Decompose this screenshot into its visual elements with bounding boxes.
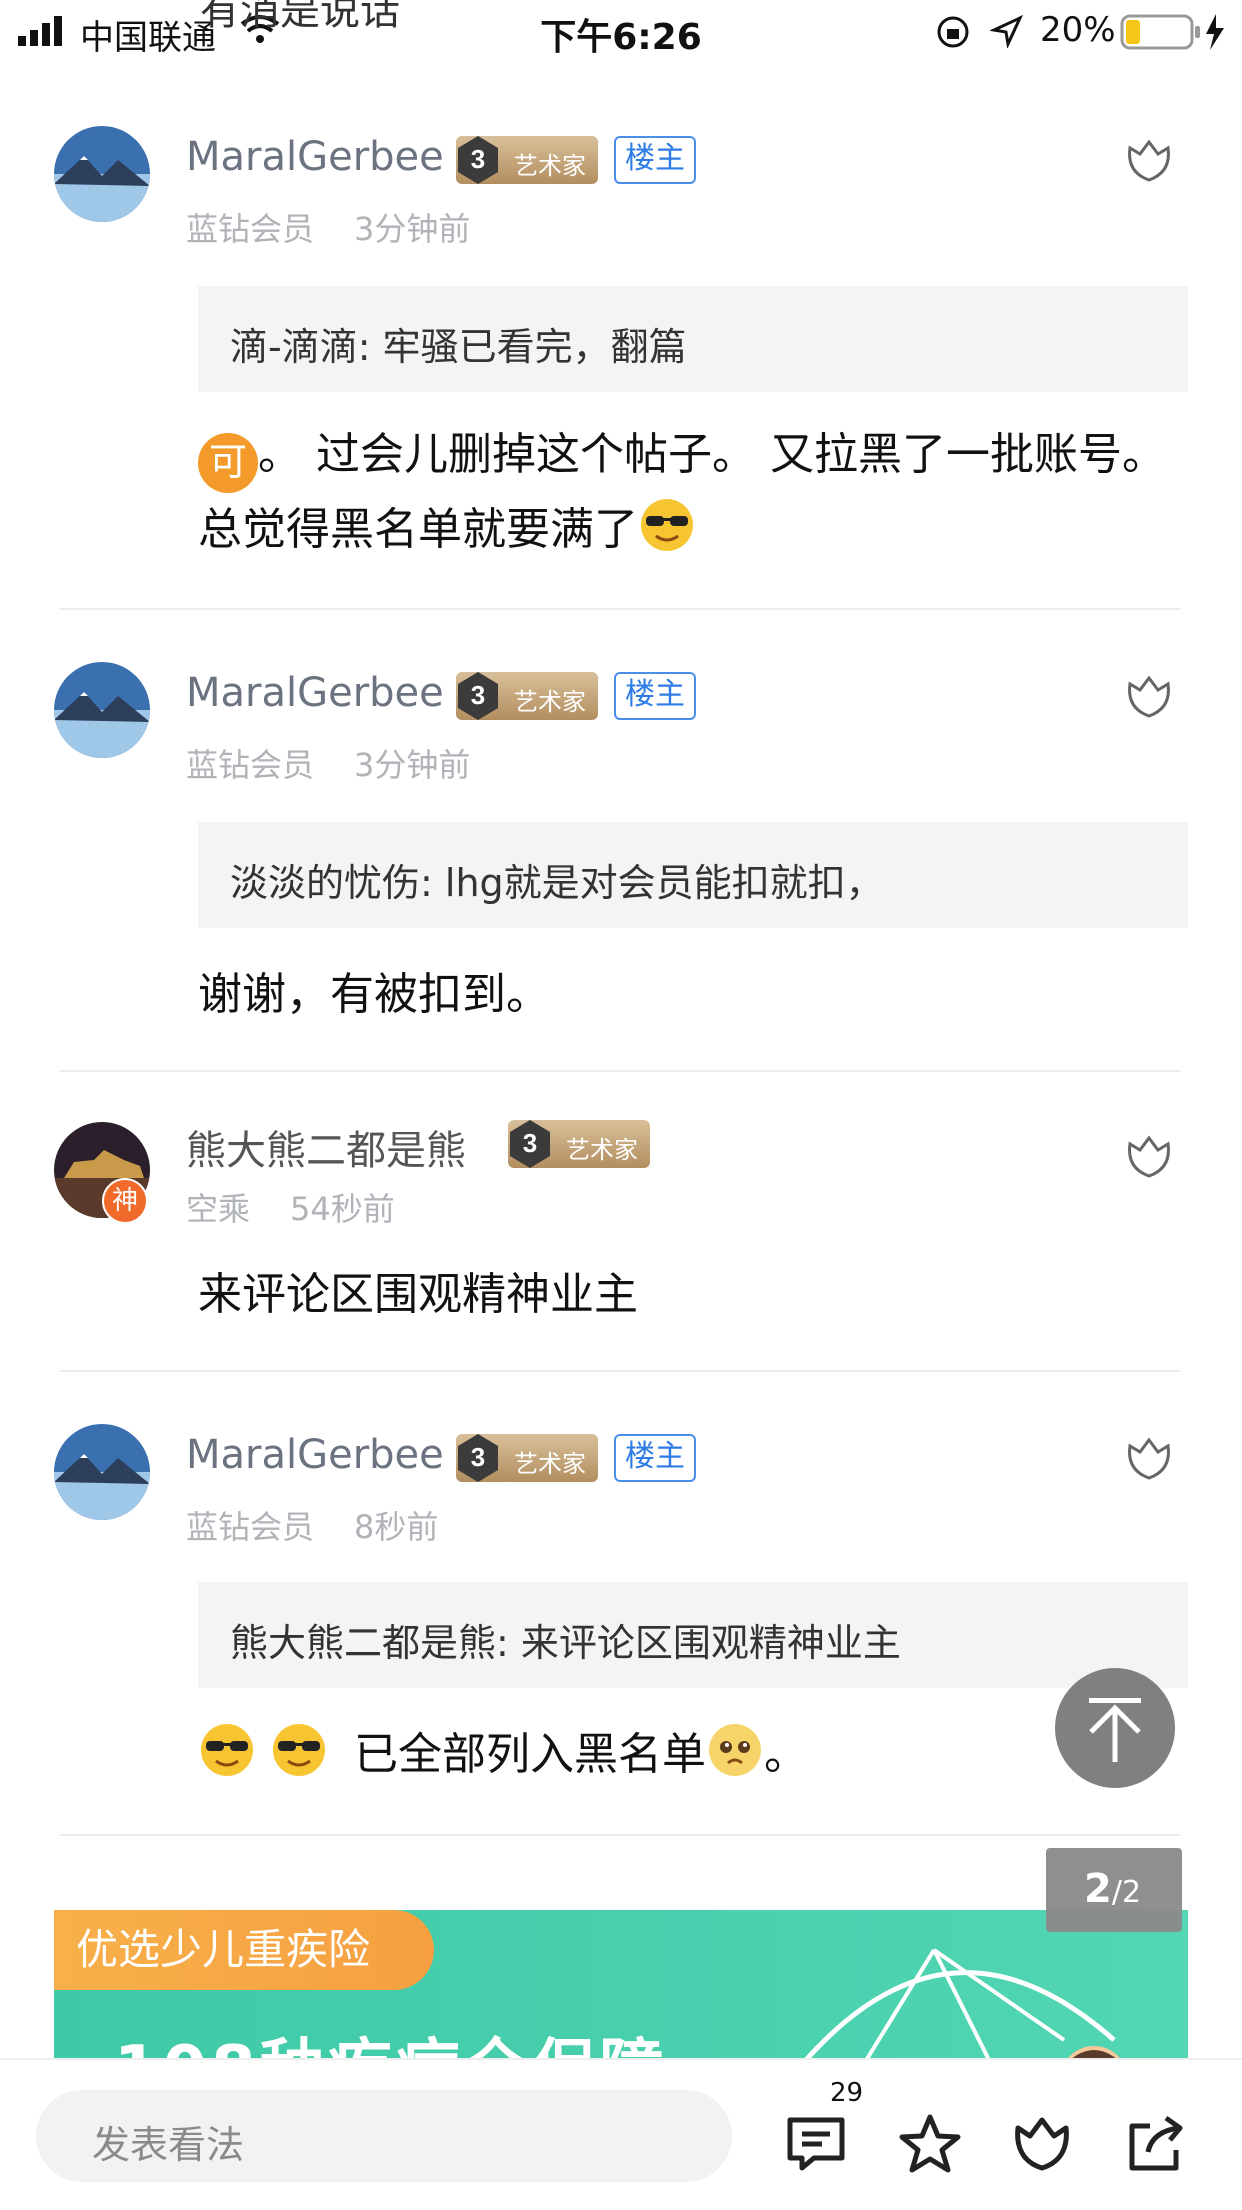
svg-text:3: 3	[523, 1128, 537, 1158]
comment-time: 3分钟前	[354, 210, 471, 248]
comment-body: 谢谢，有被扣到。	[198, 958, 1198, 1032]
comment-input[interactable]: 发表看法	[36, 2090, 732, 2182]
owner-tag: 楼主	[614, 1434, 696, 1482]
ad-tag: 优选少儿重疾险	[54, 1910, 434, 1990]
svg-text:3: 3	[471, 680, 485, 710]
star-icon[interactable]	[898, 2112, 962, 2176]
member-level: 蓝钻会员	[186, 210, 315, 248]
comment-text-end: 。	[764, 1729, 808, 1780]
avatar[interactable]	[54, 662, 150, 758]
quoted-reply[interactable]: 熊大熊二都是熊: 来评论区围观精神业主	[198, 1582, 1188, 1688]
comment-body: 可。 过会儿删掉这个帖子。 又拉黑了一批账号。总觉得黑名单就要满了	[198, 418, 1198, 567]
quote-text: 熊大熊二都是熊: 来评论区围观精神业主	[230, 1621, 901, 1665]
svg-text:3: 3	[471, 144, 485, 174]
comment-meta: 空乘 54秒前	[186, 1184, 395, 1230]
arrow-up-icon	[1089, 1698, 1141, 1762]
comment-icon[interactable]	[784, 2112, 848, 2176]
level-badge: 3 艺术家	[456, 672, 598, 720]
owner-tag: 楼主	[614, 672, 696, 720]
level-title: 艺术家	[514, 152, 586, 180]
quoted-reply[interactable]: 滴-滴滴: 牢骚已看完，翻篇	[198, 286, 1188, 392]
bottom-toolbar: 发表看法 29	[0, 2058, 1242, 2210]
divider	[60, 1070, 1180, 1072]
divider	[60, 608, 1180, 610]
comment-meta: 蓝钻会员 3分钟前	[186, 204, 470, 250]
member-level: 空乘	[186, 1190, 251, 1228]
cool-emoji-icon	[273, 1724, 325, 1776]
battery-percent: 20%	[1040, 10, 1116, 50]
level-hex-icon: 3	[458, 136, 498, 184]
share-icon[interactable]	[1124, 2112, 1188, 2176]
svg-text:3: 3	[471, 1442, 485, 1472]
username[interactable]: 熊大熊二都是熊	[186, 1118, 466, 1176]
like-icon[interactable]	[1122, 670, 1176, 724]
location-icon	[990, 14, 1024, 48]
level-title: 艺术家	[514, 688, 586, 716]
like-icon[interactable]	[1122, 1432, 1176, 1486]
username[interactable]: MaralGerbee	[186, 134, 444, 180]
status-bar: 中国联通 下午6:26 20%	[0, 0, 1242, 64]
cool-emoji-icon	[641, 499, 693, 551]
orientation-lock-icon	[937, 16, 969, 48]
comment-time: 3分钟前	[354, 746, 471, 784]
level-hex-icon: 3	[510, 1120, 550, 1168]
battery-icon	[1120, 14, 1224, 50]
member-level: 蓝钻会员	[186, 746, 315, 784]
avatar[interactable]	[54, 126, 150, 222]
member-level: 蓝钻会员	[186, 1508, 315, 1546]
quoted-reply[interactable]: 淡淡的忧伤: lhg就是对会员能扣就扣，	[198, 822, 1188, 928]
comment-time: 54秒前	[290, 1190, 395, 1228]
level-title: 艺术家	[514, 1450, 586, 1478]
level-title: 艺术家	[566, 1136, 638, 1164]
avatar[interactable]	[54, 1424, 150, 1520]
owner-tag: 楼主	[614, 136, 696, 184]
level-badge: 3 艺术家	[456, 1434, 598, 1482]
comment-time: 8秒前	[354, 1508, 439, 1546]
page-indicator[interactable]: 2/2	[1046, 1848, 1182, 1932]
comment-count: 29	[830, 2078, 864, 2108]
pleading-emoji-icon	[709, 1724, 761, 1776]
username[interactable]: MaralGerbee	[186, 1432, 444, 1478]
avatar-badge: 神	[102, 1178, 148, 1224]
scrolled-title-fragment: 有消是说话	[200, 0, 400, 34]
page-current: 2	[1084, 1866, 1112, 1912]
cool-emoji-icon	[201, 1724, 253, 1776]
back-to-top-button[interactable]	[1055, 1668, 1175, 1788]
divider	[60, 1834, 1180, 1836]
comment-input-placeholder: 发表看法	[92, 2123, 245, 2167]
page-total: /2	[1111, 1875, 1142, 1910]
comment-text: 已全部列入黑名单	[354, 1729, 706, 1780]
username[interactable]: MaralGerbee	[186, 670, 444, 716]
avatar-image	[54, 126, 150, 222]
like-icon[interactable]	[1122, 1130, 1176, 1184]
quote-text: 淡淡的忧伤: lhg就是对会员能扣就扣，	[230, 861, 884, 905]
comment-text: 谢谢，有被扣到。	[198, 969, 550, 1020]
kebi-icon: 可	[198, 433, 258, 493]
avatar-image	[54, 662, 150, 758]
comment-meta: 蓝钻会员 8秒前	[186, 1502, 438, 1548]
level-badge: 3 艺术家	[456, 136, 598, 184]
comment-meta: 蓝钻会员 3分钟前	[186, 740, 470, 786]
divider	[60, 1370, 1180, 1372]
level-hex-icon: 3	[458, 1434, 498, 1482]
comment-text: 来评论区围观精神业主	[198, 1269, 638, 1320]
level-hex-icon: 3	[458, 672, 498, 720]
comment-body: 已全部列入黑名单 。	[198, 1718, 1198, 1792]
like-lotus-icon[interactable]	[1010, 2112, 1074, 2176]
quote-text: 滴-滴滴: 牢骚已看完，翻篇	[230, 325, 687, 369]
level-badge: 3 艺术家	[508, 1120, 650, 1168]
like-icon[interactable]	[1122, 134, 1176, 188]
avatar-image	[54, 1424, 150, 1520]
comment-body: 来评论区围观精神业主	[198, 1258, 1198, 1332]
